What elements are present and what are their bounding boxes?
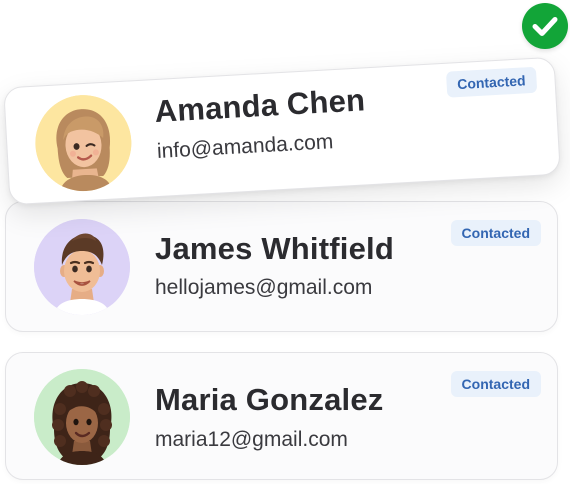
checkmark-circle-icon: [522, 3, 568, 49]
status-badge: Contacted: [450, 220, 541, 246]
contact-email: maria12@gmail.com: [155, 428, 348, 451]
memoji-man-brown-hair-avatar: [34, 219, 130, 315]
contact-card-maria-gonzalez[interactable]: Maria Gonzalez maria12@gmail.com Contact…: [5, 352, 558, 480]
memoji-woman-blonde-winking-avatar: [35, 95, 132, 193]
contact-email: info@amanda.com: [156, 130, 334, 163]
avatar: [34, 369, 130, 465]
status-badge: Contacted: [450, 371, 541, 397]
contact-name: Amanda Chen: [153, 82, 366, 130]
contact-email: hellojames@gmail.com: [155, 276, 373, 299]
avatar: [34, 219, 130, 315]
avatar: [32, 92, 134, 194]
contact-card-james-whitfield[interactable]: James Whitfield hellojames@gmail.com Con…: [5, 201, 558, 332]
contact-card-amanda-chen[interactable]: Amanda Chen info@amanda.com Contacted: [3, 56, 561, 206]
contact-name: Maria Gonzalez: [155, 382, 384, 417]
contact-list: Amanda Chen info@amanda.com Contacted Ja…: [0, 0, 570, 484]
status-badge: Contacted: [445, 66, 538, 98]
memoji-woman-curly-hair-avatar: [34, 369, 130, 465]
contact-name: James Whitfield: [155, 231, 394, 266]
